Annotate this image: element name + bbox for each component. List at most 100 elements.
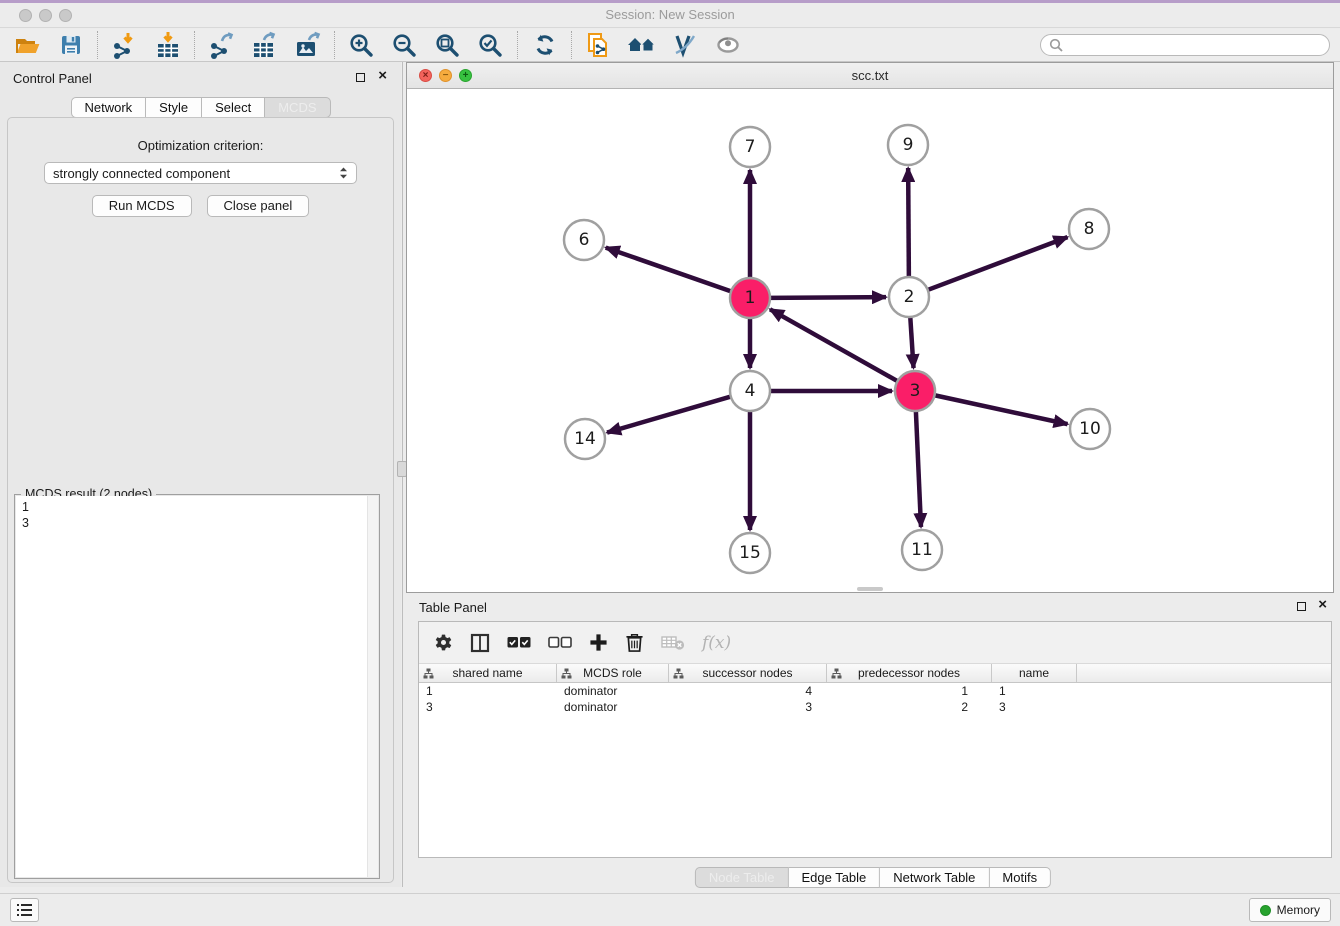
column-visibility-button[interactable] [470,633,490,653]
refresh-layout-button[interactable] [523,30,566,61]
table-cell[interactable]: 1 [992,683,1077,699]
network-canvas[interactable]: 7 9 6 8 1 2 4 3 14 10 15 11 [407,89,1333,592]
zoom-out-button[interactable] [383,30,426,61]
edge-2-3[interactable] [910,317,913,368]
zoom-window-button[interactable] [59,9,72,22]
table-panel-tabs: Node TableEdge TableNetwork TableMotifs [695,867,1051,888]
edge-4-14[interactable] [607,397,731,433]
import-table-button[interactable] [146,30,189,61]
export-network-button[interactable] [200,30,243,61]
table-cell[interactable]: dominator [557,699,669,715]
table-cell[interactable]: 2 [827,699,992,715]
run-mcds-button[interactable]: Run MCDS [92,195,192,217]
add-column-button[interactable] [589,633,608,652]
edge-3-10[interactable] [935,395,1068,424]
zoom-in-icon [348,32,375,59]
tab-mcds[interactable]: MCDS [265,97,330,118]
zoom-selected-button[interactable] [469,30,512,61]
select-all-columns-button[interactable] [507,636,531,649]
node-2[interactable]: 2 [889,277,929,317]
node-1[interactable]: 1 [730,278,770,318]
edge-2-8[interactable] [928,237,1068,290]
float-table-panel-icon[interactable] [1297,602,1306,611]
hide-annotations-button[interactable] [663,30,706,61]
function-builder-button[interactable]: f(x) [702,633,731,653]
edge-1-2[interactable] [770,297,886,298]
table-row[interactable]: 1dominator411 [419,683,1331,699]
mcds-result-group: MCDS result (2 nodes) 13 [14,494,380,879]
edge-3-11[interactable] [916,411,921,527]
node-14[interactable]: 14 [565,419,605,459]
table-cell[interactable]: 1 [419,683,557,699]
table-settings-button[interactable] [434,633,453,652]
close-table-panel-icon[interactable]: × [1318,596,1327,614]
table-cell[interactable]: 1 [827,683,992,699]
table-row[interactable]: 3dominator323 [419,699,1331,715]
column-header-name[interactable]: name [992,664,1077,682]
task-history-button[interactable] [10,898,39,922]
edge-3-1[interactable] [770,309,898,381]
save-session-button[interactable] [49,30,92,61]
edge-2-9[interactable] [908,168,909,277]
deselect-all-columns-button[interactable] [548,636,572,649]
mcds-result-list[interactable]: 13 [16,496,378,877]
column-header-icon [831,668,842,679]
search-field[interactable] [1040,34,1330,56]
search-input[interactable] [1063,38,1321,52]
delete-columns-button[interactable] [625,632,644,653]
close-window-button[interactable] [19,9,32,22]
show-graphics-details-button[interactable] [706,30,749,61]
import-network-button[interactable] [103,30,146,61]
minimize-view-button[interactable]: − [439,69,452,82]
node-15[interactable]: 15 [730,533,770,573]
table-cell[interactable]: dominator [557,683,669,699]
column-header-predecessor-nodes[interactable]: predecessor nodes [827,664,992,682]
folder-open-icon [15,33,41,57]
table-cell[interactable]: 4 [669,683,827,699]
optimization-criterion-select[interactable]: strongly connected component [44,162,357,184]
tab-style[interactable]: Style [146,97,202,118]
tab-edge-table[interactable]: Edge Table [788,867,880,888]
zoom-in-button[interactable] [340,30,383,61]
node-6[interactable]: 6 [564,220,604,260]
node-4[interactable]: 4 [730,371,770,411]
unchecked-boxes-icon [548,636,572,649]
column-header-shared-name[interactable]: shared name [419,664,557,682]
toolbar-separator [571,31,572,59]
close-view-button[interactable]: × [419,69,432,82]
table-cell[interactable]: 3 [992,699,1077,715]
tab-motifs[interactable]: Motifs [989,867,1051,888]
column-header-successor-nodes[interactable]: successor nodes [669,664,827,682]
clone-network-button[interactable] [577,30,620,61]
table-panel: Table Panel × [406,593,1340,893]
network-scroll-handle[interactable] [857,587,883,591]
tab-select[interactable]: Select [202,97,265,118]
delete-table-button[interactable] [661,634,685,651]
export-image-button[interactable] [286,30,329,61]
zoom-fit-button[interactable] [426,30,469,61]
table-cell[interactable]: 3 [669,699,827,715]
table-cell[interactable]: 3 [419,699,557,715]
close-panel-icon[interactable]: × [378,67,387,85]
tab-node-table[interactable]: Node Table [695,867,789,888]
maximize-view-button[interactable]: + [459,69,472,82]
export-table-button[interactable] [243,30,286,61]
node-7[interactable]: 7 [730,127,770,167]
node-8[interactable]: 8 [1069,209,1109,249]
node-10[interactable]: 10 [1070,409,1110,449]
minimize-window-button[interactable] [39,9,52,22]
float-panel-icon[interactable] [356,73,365,82]
tab-network-table[interactable]: Network Table [880,867,989,888]
memory-button[interactable]: Memory [1249,898,1331,922]
close-panel-button[interactable]: Close panel [207,195,310,217]
node-9[interactable]: 9 [888,125,928,165]
tab-network[interactable]: Network [70,97,146,118]
home-layout-button[interactable] [620,30,663,61]
column-header-mcds-role[interactable]: MCDS role [557,664,669,682]
edge-1-6[interactable] [606,248,731,292]
node-3[interactable]: 3 [895,371,935,411]
memory-status-icon [1260,905,1271,916]
open-session-button[interactable] [6,30,49,61]
node-11[interactable]: 11 [902,530,942,570]
result-scrollbar[interactable] [367,496,378,877]
